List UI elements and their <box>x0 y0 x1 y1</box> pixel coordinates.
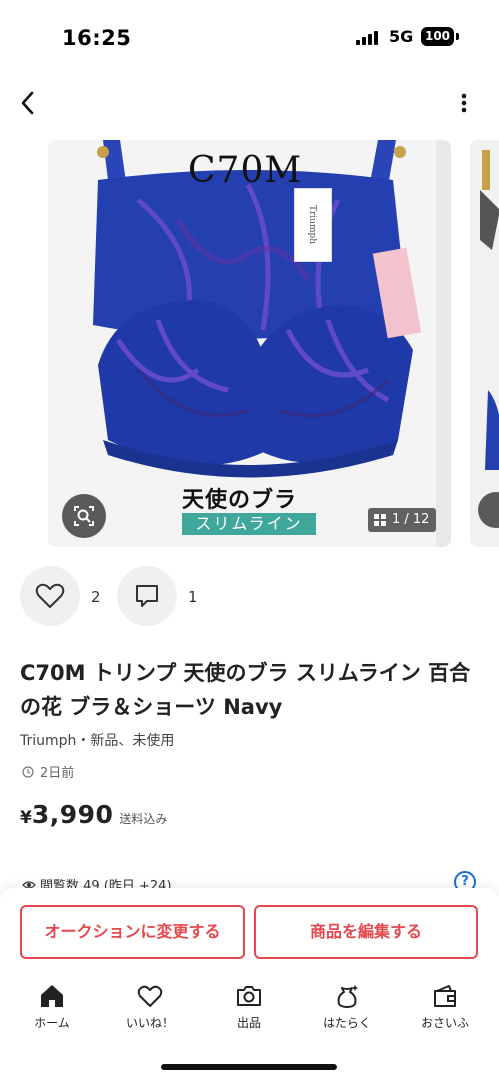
tab-wallet[interactable]: おさいふ <box>405 982 485 1034</box>
image-search-button[interactable] <box>62 494 106 538</box>
tab-label: ホーム <box>34 1016 70 1030</box>
chevron-left-icon <box>21 91 34 115</box>
more-options-button[interactable] <box>452 88 476 118</box>
status-time: 16:25 <box>62 26 132 50</box>
comment-count: 1 <box>188 588 198 606</box>
like-button[interactable] <box>20 566 80 626</box>
grid-icon <box>374 514 386 526</box>
brand-tag: Triumph <box>294 188 332 262</box>
wallet-icon <box>434 985 456 1007</box>
photo-counter-text: 1 / 12 <box>392 512 430 527</box>
tab-sell[interactable]: 出品 <box>209 982 289 1034</box>
work-bag-icon <box>337 985 358 1008</box>
product-title: C70M トリンプ 天使のブラ スリムライン 百合の花 ブラ＆ショーツ Navy <box>20 661 471 719</box>
next-photo-preview[interactable] <box>470 140 499 547</box>
tab-label: はたらく <box>323 1016 371 1030</box>
photo-gallery[interactable]: Triumph C70M 天使のブラ スリムライン 1 / 12 <box>0 140 499 548</box>
price-value: 3,990 <box>31 800 114 829</box>
change-to-auction-button[interactable]: オークションに変更する <box>20 905 245 959</box>
edit-listing-button[interactable]: 商品を編集する <box>254 905 478 959</box>
tab-home[interactable]: ホーム <box>12 982 92 1034</box>
price: ¥3,990 送料込み <box>20 800 167 829</box>
tab-label: いいね！ <box>125 1016 174 1030</box>
product-meta: Triumph・新品、未使用 <box>20 733 175 749</box>
signal-icon <box>356 31 382 45</box>
social-actions: 2 1 <box>0 566 499 628</box>
photo-size-text: C70M <box>188 150 303 191</box>
photo-caption-badge: スリムライン <box>182 513 316 535</box>
home-icon <box>41 985 63 1007</box>
photo-counter: 1 / 12 <box>368 508 436 532</box>
battery-icon: 100 <box>421 27 454 46</box>
back-button[interactable] <box>14 88 44 118</box>
more-vertical-icon <box>461 93 467 113</box>
home-indicator <box>161 1064 337 1070</box>
comment-button[interactable] <box>117 566 177 626</box>
photo-caption: 天使のブラ <box>182 488 298 513</box>
network-type: 5G <box>389 27 414 46</box>
tab-bar: ホーム いいね！ 出品 はたらく おさいふ <box>0 982 499 1034</box>
nav-bar <box>0 78 499 128</box>
heart-icon <box>137 985 163 1007</box>
status-bar: 16:25 5G 100 <box>0 0 499 70</box>
comment-icon <box>136 585 158 607</box>
listing-time: 2日前 <box>22 762 74 781</box>
tab-label: 出品 <box>236 1016 261 1030</box>
battery-tip <box>456 33 459 40</box>
tab-likes[interactable]: いいね！ <box>110 982 190 1034</box>
next-photo-illustration <box>470 140 499 547</box>
heart-icon <box>35 583 65 608</box>
clock-icon <box>22 766 34 778</box>
listing-time-text: 2日前 <box>40 766 75 781</box>
scan-icon <box>74 506 94 526</box>
tab-work[interactable]: はたらく <box>307 982 387 1034</box>
like-count: 2 <box>91 588 101 606</box>
price-currency: ¥ <box>20 808 32 828</box>
bottom-action-sheet: オークションに変更する 商品を編集する ホーム いいね！ 出品 はたらく おさい… <box>0 888 499 1080</box>
tab-label: おさいふ <box>420 1016 469 1030</box>
camera-icon <box>237 986 261 1006</box>
product-photo[interactable]: Triumph C70M 天使のブラ スリムライン <box>48 140 451 547</box>
shipping-note: 送料込み <box>119 812 168 826</box>
